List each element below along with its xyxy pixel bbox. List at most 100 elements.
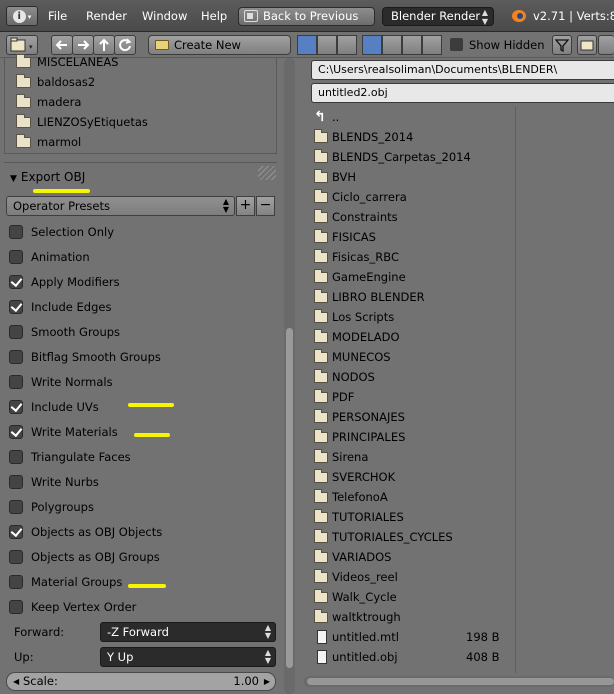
file-row[interactable]: untitled.obj 408 B <box>303 647 614 667</box>
back-button[interactable] <box>51 35 73 55</box>
back-to-previous-button[interactable]: Back to Previous <box>238 7 375 26</box>
left-panel-scrollbar[interactable] <box>284 58 295 694</box>
option-checkbox[interactable] <box>9 350 23 364</box>
option-selection-only[interactable]: Selection Only <box>9 224 114 240</box>
sort-size-button[interactable] <box>422 35 442 55</box>
create-new-directory-button[interactable]: Create New Directory <box>148 35 291 70</box>
bookmark-item[interactable]: madera <box>16 93 81 111</box>
file-row[interactable]: Constraints <box>303 207 614 227</box>
option-checkbox[interactable] <box>9 225 23 239</box>
file-row[interactable]: FISICAS <box>303 227 614 247</box>
option-objects-as-obj-groups[interactable]: Objects as OBJ Groups <box>9 549 160 565</box>
file-row[interactable]: untitled.mtl 198 B <box>303 627 614 647</box>
directory-path-field[interactable]: C:\Users\realsoliman\Documents\BLENDER\ <box>311 60 614 80</box>
option-smooth-groups[interactable]: Smooth Groups <box>9 324 120 340</box>
file-row[interactable]: Videos_reel <box>303 567 614 587</box>
option-checkbox[interactable] <box>9 525 23 539</box>
file-row[interactable]: LIBRO BLENDER <box>303 287 614 307</box>
option-checkbox[interactable] <box>9 275 23 289</box>
filter-folders-button[interactable] <box>577 35 597 55</box>
option-apply-modifiers[interactable]: Apply Modifiers <box>9 274 120 290</box>
bookmark-item[interactable]: MISCELANEAS <box>16 53 118 71</box>
thumbnail-view-button[interactable] <box>337 35 357 55</box>
add-preset-button[interactable]: + <box>236 196 255 216</box>
option-checkbox[interactable] <box>9 575 23 589</box>
forward-axis-dropdown[interactable]: -Z Forward ▲ ▼ <box>100 622 276 642</box>
show-hidden-checkbox[interactable] <box>450 38 463 51</box>
option-include-edges[interactable]: Include Edges <box>9 299 111 315</box>
scale-slider[interactable]: ◀ Scale: 1.00 ▶ <box>6 672 276 691</box>
file-row[interactable]: TUTORIALES <box>303 507 614 527</box>
filter-blend-button[interactable] <box>598 35 614 55</box>
menu-file[interactable]: File <box>48 9 67 23</box>
remove-preset-button[interactable]: − <box>256 196 275 216</box>
option-include-uvs[interactable]: Include UVs <box>9 399 99 415</box>
file-row[interactable]: ↰.. <box>303 107 614 127</box>
file-row[interactable]: Sirena <box>303 447 614 467</box>
file-row[interactable]: BVH <box>303 167 614 187</box>
file-row[interactable]: Fisicas_RBC <box>303 247 614 267</box>
parent-directory-button[interactable] <box>93 35 115 55</box>
file-row[interactable]: Walk_Cycle <box>303 587 614 607</box>
option-write-normals[interactable]: Write Normals <box>9 374 113 390</box>
export-obj-panel-header[interactable]: ▼ Export OBJ <box>10 170 85 184</box>
option-triangulate-faces[interactable]: Triangulate Faces <box>9 449 131 465</box>
file-row[interactable]: BLENDS_2014 <box>303 127 614 147</box>
option-checkbox[interactable] <box>9 550 23 564</box>
option-checkbox[interactable] <box>9 250 23 264</box>
option-checkbox[interactable] <box>9 300 23 314</box>
option-animation[interactable]: Animation <box>9 249 90 265</box>
bookmark-item[interactable]: LIENZOSyEtiquetas <box>16 113 148 131</box>
option-material-groups[interactable]: Material Groups <box>9 574 122 590</box>
file-row[interactable]: MUNECOS <box>303 347 614 367</box>
option-objects-as-obj-objects[interactable]: Objects as OBJ Objects <box>9 524 162 540</box>
sort-alpha-button[interactable] <box>362 35 382 55</box>
sort-date-button[interactable] <box>382 35 402 55</box>
file-row[interactable]: SVERCHOK <box>303 467 614 487</box>
panel-drag-grip[interactable] <box>258 166 276 180</box>
file-list-scrollbar[interactable] <box>304 676 614 687</box>
refresh-button[interactable] <box>114 35 136 55</box>
file-row[interactable]: TUTORIALES_CYCLES <box>303 527 614 547</box>
file-row[interactable]: PERSONAJES <box>303 407 614 427</box>
option-checkbox[interactable] <box>9 450 23 464</box>
arrow-left-icon[interactable]: ◀ <box>13 673 19 690</box>
file-row[interactable]: GameEngine <box>303 267 614 287</box>
option-checkbox[interactable] <box>9 400 23 414</box>
file-row[interactable]: PDF <box>303 387 614 407</box>
filename-field[interactable]: untitled2.obj <box>311 83 614 103</box>
file-row[interactable]: Ciclo_carrera <box>303 187 614 207</box>
file-row[interactable]: BLENDS_Carpetas_2014 <box>303 147 614 167</box>
option-checkbox[interactable] <box>9 375 23 389</box>
file-row[interactable]: MODELADO <box>303 327 614 347</box>
option-checkbox[interactable] <box>9 425 23 439</box>
file-list-scrollbar-thumb[interactable] <box>307 678 614 685</box>
option-polygroups[interactable]: Polygroups <box>9 499 94 515</box>
option-bitflag-smooth-groups[interactable]: Bitflag Smooth Groups <box>9 349 161 365</box>
show-hidden-toggle[interactable]: Show Hidden <box>450 38 545 52</box>
forward-button[interactable] <box>72 35 94 55</box>
bookmark-item[interactable]: baldosas2 <box>16 73 95 91</box>
sort-extension-button[interactable] <box>402 35 422 55</box>
editor-type-file-browser-button[interactable]: ▾ <box>6 35 38 55</box>
bookmark-item[interactable]: marmol <box>16 133 81 151</box>
up-axis-dropdown[interactable]: Y Up ▲ ▼ <box>100 647 276 667</box>
left-scrollbar-thumb[interactable] <box>286 328 293 668</box>
file-row[interactable]: PRINCIPALES <box>303 427 614 447</box>
menu-window[interactable]: Window <box>142 9 187 23</box>
option-keep-vertex-order[interactable]: Keep Vertex Order <box>9 599 136 615</box>
menu-help[interactable]: Help <box>201 9 227 23</box>
option-checkbox[interactable] <box>9 600 23 614</box>
file-row[interactable]: Los Scripts <box>303 307 614 327</box>
filter-button[interactable] <box>552 35 572 55</box>
operator-presets-dropdown[interactable]: Operator Presets ▲ ▼ <box>6 196 235 216</box>
editor-type-button[interactable]: i ▾ <box>6 6 38 26</box>
file-row[interactable]: waltktrough <box>303 607 614 627</box>
option-checkbox[interactable] <box>9 325 23 339</box>
menu-render[interactable]: Render <box>86 9 127 23</box>
arrow-right-icon[interactable]: ▶ <box>264 673 270 690</box>
render-engine-dropdown[interactable]: Blender Render ▲ ▼ <box>382 7 494 26</box>
file-row[interactable]: TelefonoA <box>303 487 614 507</box>
option-write-nurbs[interactable]: Write Nurbs <box>9 474 99 490</box>
option-checkbox[interactable] <box>9 475 23 489</box>
